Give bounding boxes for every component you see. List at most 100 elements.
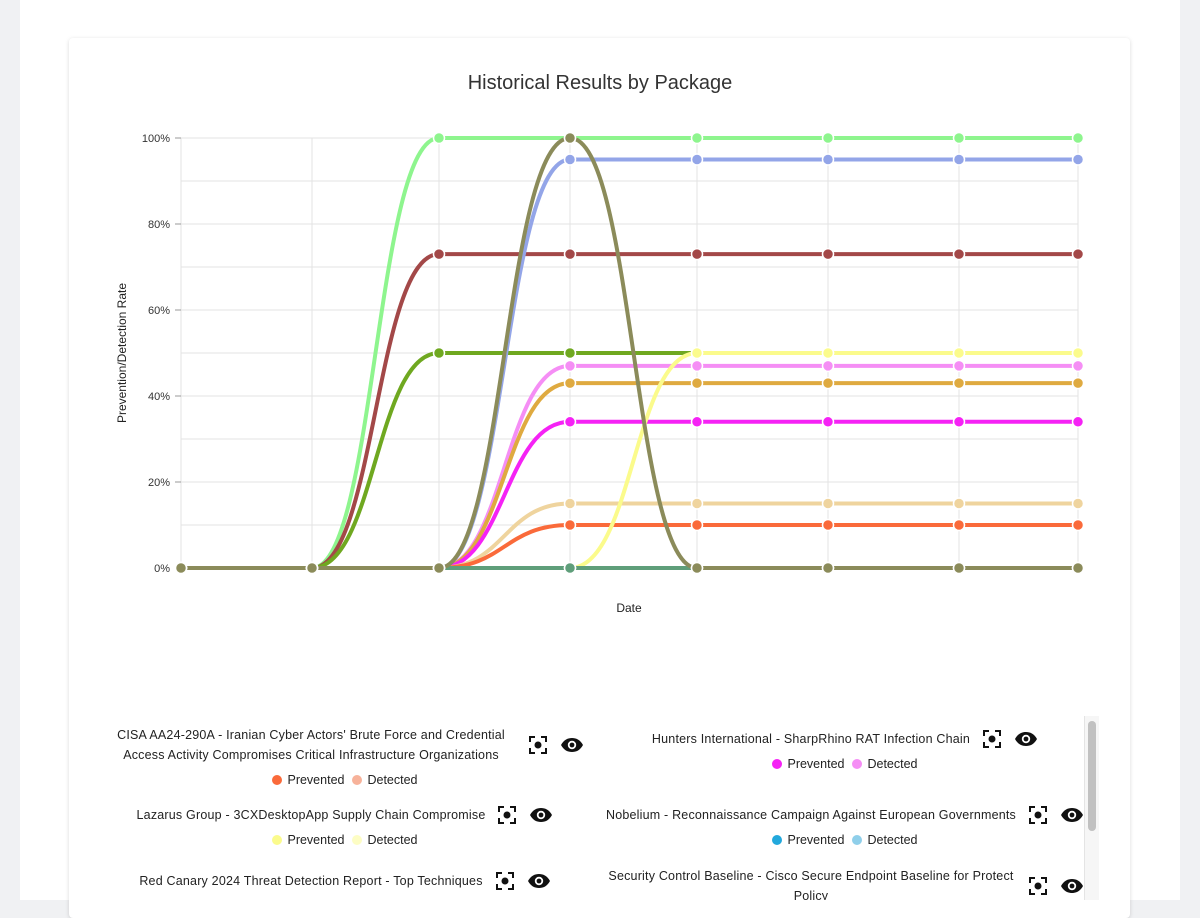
data-point bbox=[1071, 415, 1085, 429]
data-point bbox=[952, 561, 966, 575]
data-point bbox=[563, 497, 577, 510]
legend-item: Lazarus Group - 3CXDesktopApp Supply Cha… bbox=[100, 805, 590, 847]
data-point bbox=[305, 561, 319, 575]
legend-item: Red Canary 2024 Threat Detection Report … bbox=[100, 871, 590, 891]
data-point bbox=[1071, 346, 1085, 360]
data-point bbox=[690, 497, 704, 510]
data-point bbox=[1071, 131, 1085, 145]
legend-detected[interactable]: Detected bbox=[852, 757, 918, 771]
series-line bbox=[179, 350, 1080, 571]
data-point bbox=[563, 415, 577, 429]
y-tick-label: 60% bbox=[148, 305, 170, 317]
legend-prevented[interactable]: Prevented bbox=[772, 833, 844, 847]
prevented-dot bbox=[272, 835, 283, 845]
focus-icon[interactable] bbox=[1028, 876, 1048, 896]
detected-dot bbox=[852, 759, 863, 769]
data-point bbox=[821, 359, 835, 373]
legend-item-name: Red Canary 2024 Threat Detection Report … bbox=[139, 874, 483, 888]
y-tick-label: 40% bbox=[148, 391, 170, 403]
data-point bbox=[1071, 153, 1085, 166]
series-line bbox=[179, 501, 1080, 571]
data-point bbox=[821, 518, 835, 532]
detected-label: Detected bbox=[867, 833, 918, 847]
eye-icon[interactable] bbox=[1060, 878, 1084, 894]
legend-prevented[interactable]: Prevented bbox=[772, 757, 844, 771]
data-point bbox=[690, 376, 704, 390]
focus-icon[interactable] bbox=[1028, 805, 1048, 825]
data-point bbox=[563, 131, 577, 145]
data-point bbox=[1071, 359, 1085, 373]
data-point bbox=[952, 376, 966, 390]
data-point bbox=[821, 247, 835, 261]
data-point bbox=[952, 153, 966, 166]
data-point bbox=[563, 359, 577, 373]
x-axis-label: Date bbox=[616, 601, 642, 615]
data-point bbox=[432, 346, 446, 360]
data-point bbox=[952, 131, 966, 145]
line-chart: 0% 20% 40% 60% 80% 100% Date Prevention/Detec… bbox=[115, 131, 1085, 615]
y-tick-label: 100% bbox=[142, 133, 170, 145]
legend-item-name: Hunters International - SharpRhino RAT I… bbox=[651, 732, 971, 746]
data-point bbox=[432, 561, 446, 575]
legend-scrollbar[interactable] bbox=[1084, 716, 1099, 900]
series-line bbox=[179, 350, 1080, 571]
legend: CISA AA24-290A - Iranian Cyber Actors' B… bbox=[100, 715, 1100, 900]
data-point bbox=[952, 497, 966, 510]
prevented-label: Prevented bbox=[787, 757, 845, 771]
focus-icon[interactable] bbox=[982, 729, 1002, 749]
data-point bbox=[563, 247, 577, 261]
eye-icon[interactable] bbox=[1014, 731, 1038, 747]
data-point bbox=[1071, 518, 1085, 532]
legend-prevented[interactable]: Prevented bbox=[272, 833, 344, 847]
data-point bbox=[690, 346, 704, 360]
data-point bbox=[952, 518, 966, 532]
data-point bbox=[952, 346, 966, 360]
prevented-label: Prevented bbox=[287, 773, 345, 787]
data-point bbox=[690, 415, 704, 429]
detected-dot bbox=[352, 835, 363, 845]
legend-item: Nobelium - Reconnaissance Campaign Again… bbox=[600, 805, 1090, 847]
eye-icon[interactable] bbox=[527, 873, 551, 889]
legend-item-name: CISA AA24-290A - Iranian Cyber Actors' B… bbox=[117, 728, 505, 762]
detected-dot bbox=[852, 835, 863, 845]
y-axis-label: Prevention/Detection Rate bbox=[115, 283, 129, 423]
legend-detected[interactable]: Detected bbox=[352, 773, 418, 787]
y-tick-label: 20% bbox=[148, 477, 170, 489]
data-point bbox=[821, 497, 835, 510]
legend-detected[interactable]: Detected bbox=[352, 833, 418, 847]
y-tick-label: 0% bbox=[154, 563, 170, 575]
data-point bbox=[821, 153, 835, 166]
data-point bbox=[821, 346, 835, 360]
scrollbar-thumb[interactable] bbox=[1088, 721, 1096, 831]
legend-item: Hunters International - SharpRhino RAT I… bbox=[600, 729, 1090, 771]
data-point bbox=[1071, 561, 1085, 575]
data-point bbox=[952, 247, 966, 261]
focus-icon[interactable] bbox=[497, 805, 517, 825]
data-point bbox=[563, 346, 577, 360]
legend-prevented[interactable]: Prevented bbox=[272, 773, 344, 787]
data-point bbox=[690, 359, 704, 373]
series-line bbox=[179, 522, 1080, 571]
eye-icon[interactable] bbox=[529, 807, 553, 823]
y-tick-label: 80% bbox=[148, 219, 170, 231]
data-point bbox=[174, 561, 188, 575]
data-point bbox=[432, 131, 446, 145]
series-line bbox=[179, 419, 1080, 571]
data-point bbox=[821, 131, 835, 145]
prevented-label: Prevented bbox=[787, 833, 845, 847]
data-point bbox=[563, 153, 577, 166]
focus-icon[interactable] bbox=[495, 871, 515, 891]
series-line bbox=[179, 252, 1080, 571]
data-point bbox=[1071, 247, 1085, 261]
data-point bbox=[821, 561, 835, 575]
detected-label: Detected bbox=[367, 833, 418, 847]
data-point bbox=[563, 518, 577, 532]
legend-item-name: Lazarus Group - 3CXDesktopApp Supply Cha… bbox=[136, 808, 486, 822]
data-point bbox=[1071, 376, 1085, 390]
legend-detected[interactable]: Detected bbox=[852, 833, 918, 847]
eye-icon[interactable] bbox=[1060, 807, 1084, 823]
eye-icon[interactable] bbox=[560, 737, 584, 753]
legend-item-name: Nobelium - Reconnaissance Campaign Again… bbox=[605, 808, 1017, 822]
focus-icon[interactable] bbox=[528, 735, 548, 755]
prevented-dot bbox=[272, 775, 283, 785]
